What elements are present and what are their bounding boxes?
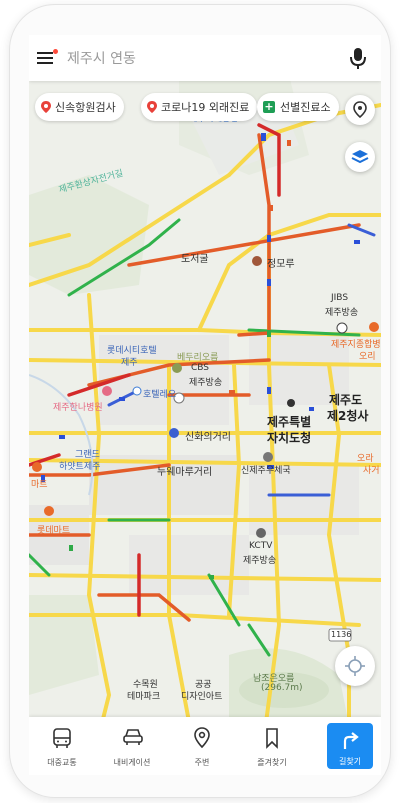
- map-label-jeju-gov-2: 자치도청: [267, 431, 312, 445]
- map-label-dojeolgul: 도저굴: [181, 254, 209, 265]
- map-label-jibs-2: 제주방송: [325, 308, 359, 318]
- map-label-shinjeju-post: 신제주우체국: [241, 466, 291, 476]
- map-label-cbs: CBS: [191, 363, 210, 373]
- map-label-mart: 마트: [31, 480, 48, 490]
- layers-icon: [351, 150, 369, 164]
- nav-directions-button[interactable]: 길찾기: [327, 723, 373, 769]
- route-number-1136: 1136: [331, 630, 352, 639]
- notification-dot: [53, 49, 58, 54]
- map-label-ora-2: 사거: [363, 466, 380, 476]
- map-label-jejudo-office: 제주도: [329, 393, 363, 407]
- map-label-jeongmoru: 정모루: [267, 259, 295, 270]
- phone-frame: 제주국제공항 제주환상자전거길 도저굴 정모루 JIBS 제주방송 제주지종합병…: [9, 4, 391, 798]
- nav-label: 길찾기: [338, 757, 362, 766]
- map-label-hanna-hospital: 제주한나병원: [53, 403, 103, 413]
- bottom-nav: 대중교통 내비게이션 주변 즐겨찾기 길찾기: [29, 717, 381, 775]
- map-label-lotte-hotel-2: 제주: [121, 358, 138, 368]
- nav-label: 즐겨찾기: [257, 758, 287, 767]
- map-label-gonggong-2: 디자인아트: [181, 692, 223, 702]
- map-pin-outline-icon: [353, 101, 367, 119]
- map-label-grand-hyatt-2: 하얏트제주: [59, 462, 101, 472]
- chip-screening-clinic[interactable]: + 선별진료소: [257, 93, 339, 121]
- map-label-cbs-2: 제주방송: [189, 378, 223, 388]
- map-label-jejudo-office-2: 제2청사: [327, 409, 369, 423]
- search-bar: 제주시 연동: [29, 35, 381, 81]
- red-pin-icon: [41, 101, 51, 113]
- chip-label: 코로나19 외래진료: [161, 101, 250, 114]
- map-label-jibs: JIBS: [331, 293, 349, 303]
- search-input[interactable]: 제주시 연동: [67, 48, 136, 68]
- chip-label: 선별진료소: [280, 101, 331, 114]
- map-label-nuwemaru: 누웨마루거리: [157, 467, 213, 478]
- map-label-sumokwon-2: 테마파크: [127, 692, 161, 702]
- chip-label: 신속항원검사: [55, 101, 116, 114]
- green-plus-icon: +: [263, 100, 275, 113]
- map-label-jeju-hospital-2: 오리: [359, 352, 376, 362]
- map-label-kctv-2: 제주방송: [243, 556, 277, 566]
- hamburger-menu-icon[interactable]: [37, 49, 58, 67]
- crosshair-icon: [345, 656, 365, 676]
- map-label-jeju-gov: 제주특별: [267, 415, 312, 429]
- chip-covid-outpatient[interactable]: 코로나19 외래진료: [141, 93, 258, 121]
- nav-navigation[interactable]: 내비게이션: [99, 717, 165, 775]
- car-icon: [123, 729, 143, 745]
- map-label-hotel-leo: 호텔레오: [143, 390, 177, 400]
- directions-arrow-icon: [343, 732, 359, 749]
- nav-nearby[interactable]: 주변: [169, 717, 235, 775]
- chip-rapid-antigen-test[interactable]: 신속항원검사: [35, 93, 124, 121]
- map-label-namjoeun-height: (296.7m): [261, 683, 303, 693]
- bookmark-icon: [266, 728, 278, 749]
- bus-icon: [53, 728, 71, 748]
- location-marker-button[interactable]: [345, 95, 375, 125]
- microphone-icon[interactable]: [345, 45, 371, 71]
- map-label-shinhwa: 신화의거리: [185, 432, 231, 443]
- nav-label: 대중교통: [47, 758, 77, 767]
- map-label-kctv: KCTV: [249, 541, 273, 551]
- red-pin-icon: [147, 101, 157, 113]
- current-location-button[interactable]: [335, 646, 375, 686]
- map-label-bedurioreum: 베두리오름: [177, 353, 219, 363]
- nav-favorites[interactable]: 즐겨찾기: [239, 717, 305, 775]
- nav-public-transit[interactable]: 대중교통: [29, 717, 95, 775]
- map-label-lotte-mart: 롯데마트: [37, 526, 71, 536]
- map-layers-button[interactable]: [345, 142, 375, 172]
- app-screen: 제주국제공항 제주환상자전거길 도저굴 정모루 JIBS 제주방송 제주지종합병…: [29, 35, 381, 775]
- location-pin-icon: [194, 727, 210, 749]
- nav-label: 주변: [194, 758, 210, 767]
- nav-label: 내비게이션: [113, 758, 151, 767]
